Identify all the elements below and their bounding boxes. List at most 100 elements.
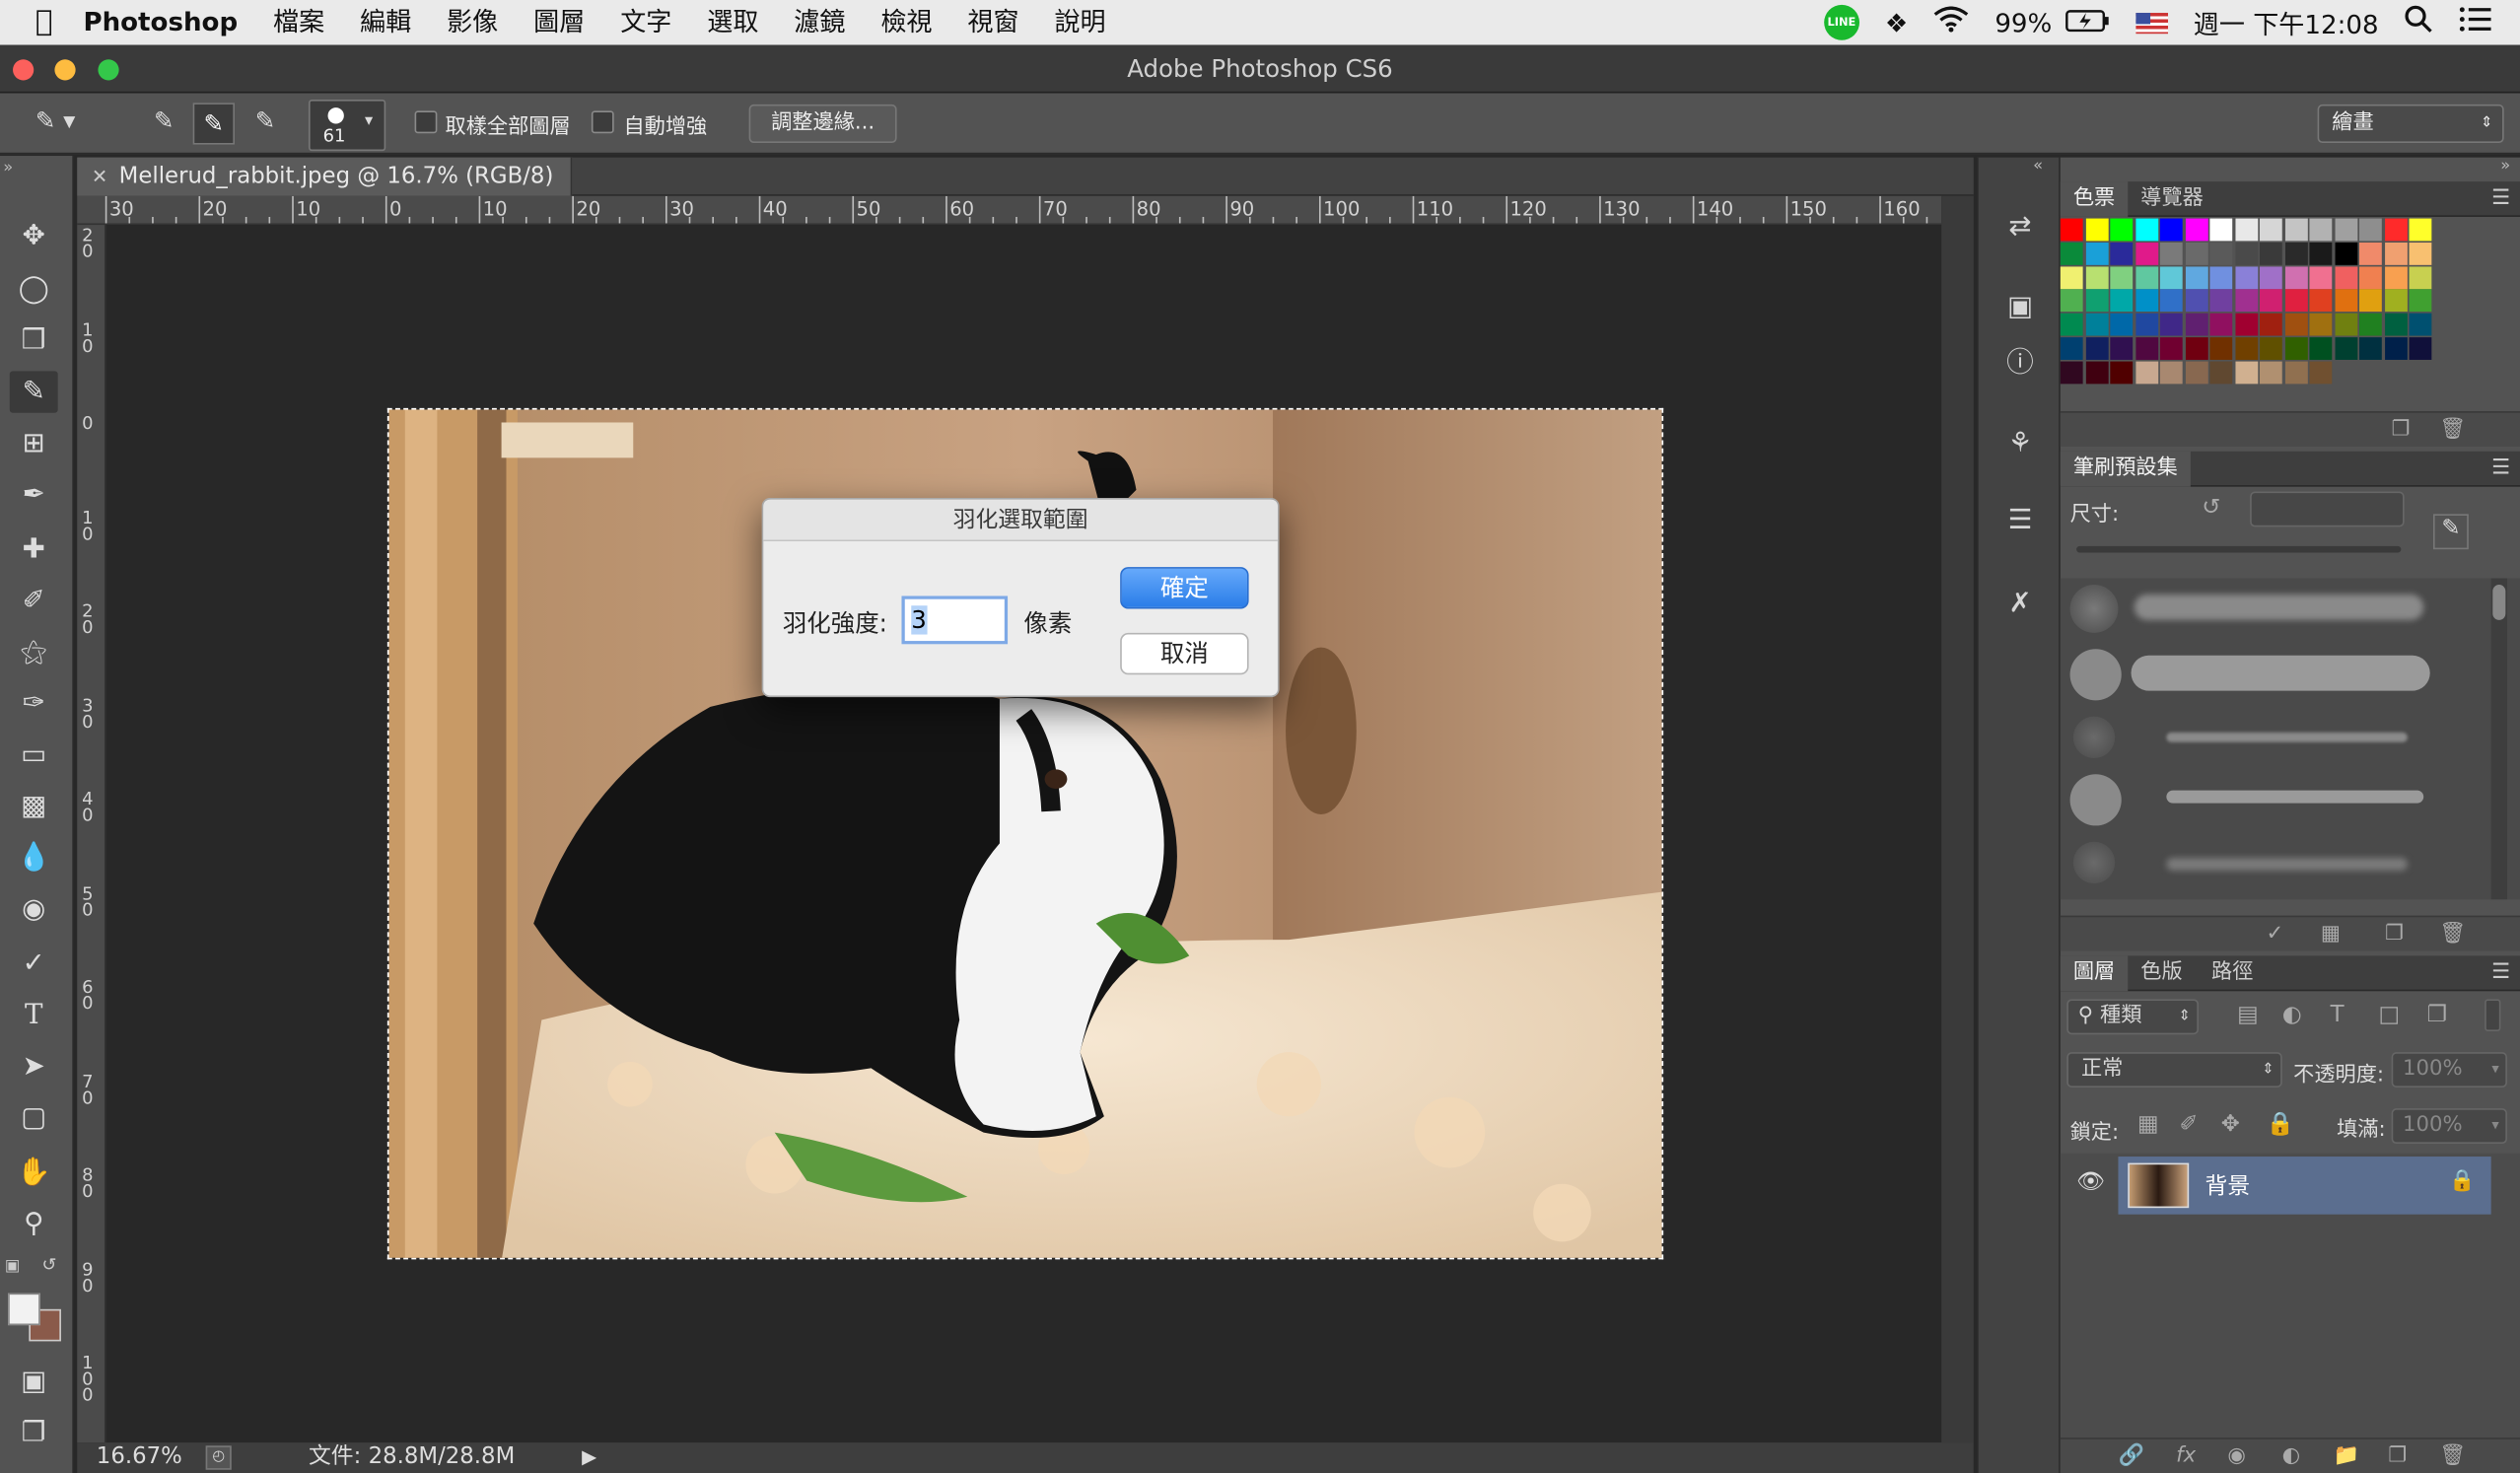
color-swatch[interactable] bbox=[2284, 289, 2308, 313]
color-swatch[interactable] bbox=[2234, 242, 2258, 265]
color-swatch[interactable] bbox=[2384, 289, 2408, 313]
workspace-select[interactable]: 繪畫 ⇕ bbox=[2317, 104, 2504, 144]
color-swatch[interactable] bbox=[2334, 337, 2357, 360]
add-to-selection-icon[interactable]: ✎ bbox=[192, 103, 235, 145]
color-swatch[interactable] bbox=[2060, 337, 2083, 360]
new-selection-icon[interactable]: ✎ bbox=[145, 106, 183, 142]
color-swatch[interactable] bbox=[2409, 242, 2432, 265]
color-swatch[interactable] bbox=[2209, 361, 2233, 385]
collapse-panels-icon[interactable]: » bbox=[2500, 158, 2510, 175]
color-swatch[interactable] bbox=[2284, 218, 2308, 242]
color-swatch[interactable] bbox=[2085, 265, 2108, 289]
color-swatch[interactable] bbox=[2384, 265, 2408, 289]
delete-brush-icon[interactable]: 🗑 bbox=[2439, 922, 2466, 946]
color-swatch[interactable] bbox=[2159, 289, 2183, 313]
color-swatch[interactable] bbox=[2384, 218, 2408, 242]
tab-layers[interactable]: 圖層 bbox=[2060, 955, 2129, 992]
lock-all-icon[interactable]: 🔒 bbox=[2266, 1111, 2293, 1137]
new-brush-icon[interactable]: ❐ bbox=[2385, 922, 2404, 946]
layer-visibility-eye-icon[interactable]: 👁 bbox=[2076, 1169, 2105, 1195]
menu-filter[interactable]: 濾鏡 bbox=[776, 0, 863, 45]
color-swatch[interactable] bbox=[2334, 218, 2357, 242]
flag-us-icon[interactable] bbox=[2135, 12, 2168, 34]
filter-shape-icon[interactable]: □ bbox=[2379, 1003, 2401, 1028]
horizontal-ruler[interactable]: 30 20 10 0 10 20 30 40 50 60 70 80 90 100 110 120 130 140… bbox=[77, 195, 1942, 226]
brush-size-field[interactable] bbox=[2250, 491, 2405, 527]
brush-preset-5[interactable] bbox=[2066, 832, 2439, 893]
color-swatch[interactable] bbox=[2259, 265, 2282, 289]
color-swatch[interactable] bbox=[2135, 361, 2158, 385]
color-swatch[interactable] bbox=[2284, 242, 2308, 265]
color-swatch[interactable] bbox=[2284, 265, 2308, 289]
color-swatch[interactable] bbox=[2060, 218, 2083, 242]
tab-navigator[interactable]: 導覽器 bbox=[2128, 181, 2216, 217]
brush-list[interactable] bbox=[2060, 578, 2520, 900]
swap-colors-icon[interactable]: ↺ bbox=[41, 1254, 56, 1275]
color-swatch[interactable] bbox=[2358, 218, 2382, 242]
color-swatch[interactable] bbox=[2159, 242, 2183, 265]
brush-list-scrollbar[interactable] bbox=[2490, 578, 2507, 900]
new-adjustment-layer-icon[interactable]: ◐ bbox=[2282, 1444, 2300, 1468]
color-swatch[interactable] bbox=[2209, 314, 2233, 336]
color-swatch[interactable] bbox=[2085, 218, 2108, 242]
panel-menu-icon[interactable]: ☰ bbox=[2491, 186, 2510, 210]
notification-center-icon[interactable] bbox=[2459, 7, 2491, 39]
healing-brush-tool-icon[interactable]: ✚ bbox=[10, 528, 58, 570]
tool-preset-picker[interactable]: ✎ ▾ bbox=[35, 106, 106, 142]
filter-adjustment-icon[interactable]: ◐ bbox=[2282, 1003, 2302, 1028]
reset-size-icon[interactable]: ↺ bbox=[2202, 495, 2220, 521]
color-swatch[interactable] bbox=[2334, 242, 2357, 265]
color-swatch[interactable] bbox=[2060, 289, 2083, 313]
color-swatch[interactable] bbox=[2159, 361, 2183, 385]
color-swatch[interactable] bbox=[2358, 337, 2382, 360]
toggle-brush-panel-icon[interactable]: ✓ bbox=[2266, 922, 2283, 946]
color-swatch[interactable] bbox=[2259, 242, 2282, 265]
color-swatch[interactable] bbox=[2234, 218, 2258, 242]
zoom-level[interactable]: 16.67% bbox=[97, 1442, 182, 1473]
color-swatch[interactable] bbox=[2358, 242, 2382, 265]
brush-preset-3[interactable] bbox=[2066, 707, 2439, 768]
color-swatch[interactable] bbox=[2185, 314, 2207, 336]
color-swatch[interactable] bbox=[2135, 289, 2158, 313]
color-swatch[interactable] bbox=[2159, 314, 2183, 336]
panel-menu-icon[interactable]: ☰ bbox=[2491, 960, 2510, 984]
color-swatch[interactable] bbox=[2110, 289, 2134, 313]
color-swatch[interactable] bbox=[2110, 361, 2134, 385]
info-panel-icon[interactable]: ⓘ bbox=[1997, 342, 2043, 384]
move-tool-icon[interactable]: ✥ bbox=[10, 215, 58, 256]
color-swatch[interactable] bbox=[2135, 314, 2158, 336]
color-swatch[interactable] bbox=[2060, 314, 2083, 336]
color-swatch[interactable] bbox=[2209, 265, 2233, 289]
lasso-tool-icon[interactable]: ❒ bbox=[10, 319, 58, 361]
color-swatch[interactable] bbox=[2185, 242, 2207, 265]
brush-preset-1[interactable] bbox=[2066, 579, 2439, 640]
color-swatch[interactable] bbox=[2259, 218, 2282, 242]
foreground-color-swatch[interactable] bbox=[8, 1293, 40, 1326]
color-swatch[interactable] bbox=[2284, 314, 2308, 336]
lock-transparency-icon[interactable]: ▦ bbox=[2137, 1111, 2159, 1137]
new-layer-icon[interactable]: ❐ bbox=[2388, 1444, 2407, 1468]
color-swatch[interactable] bbox=[2358, 289, 2382, 313]
menu-help[interactable]: 說明 bbox=[1037, 0, 1124, 45]
menu-image[interactable]: 影像 bbox=[429, 0, 516, 45]
color-swatch[interactable] bbox=[2060, 242, 2083, 265]
color-swatch[interactable] bbox=[2234, 337, 2258, 360]
layer-filter-select[interactable]: ⚲ 種類 ⇕ bbox=[2066, 999, 2199, 1035]
color-swatch[interactable] bbox=[2334, 314, 2357, 336]
color-swatch[interactable] bbox=[2234, 361, 2258, 385]
crop-tool-icon[interactable]: ⊞ bbox=[10, 422, 58, 463]
brush-preset-4[interactable] bbox=[2066, 768, 2439, 829]
color-swatch[interactable] bbox=[2409, 337, 2432, 360]
color-swatch[interactable] bbox=[2085, 242, 2108, 265]
quick-selection-tool-icon[interactable]: ✎ bbox=[9, 371, 58, 413]
color-swatch[interactable] bbox=[2384, 337, 2408, 360]
color-swatch[interactable] bbox=[2384, 314, 2408, 336]
history-brush-tool-icon[interactable]: ✑ bbox=[10, 682, 58, 724]
status-menu-arrow-icon[interactable]: ▶ bbox=[582, 1442, 596, 1473]
color-swatch[interactable] bbox=[2409, 218, 2432, 242]
delete-layer-icon[interactable]: 🗑 bbox=[2439, 1444, 2466, 1468]
close-tab-icon[interactable]: ✕ bbox=[92, 158, 107, 196]
pen-tool-icon[interactable]: ✓ bbox=[10, 943, 58, 984]
color-swatch[interactable] bbox=[2309, 218, 2333, 242]
color-swatch[interactable] bbox=[2284, 337, 2308, 360]
